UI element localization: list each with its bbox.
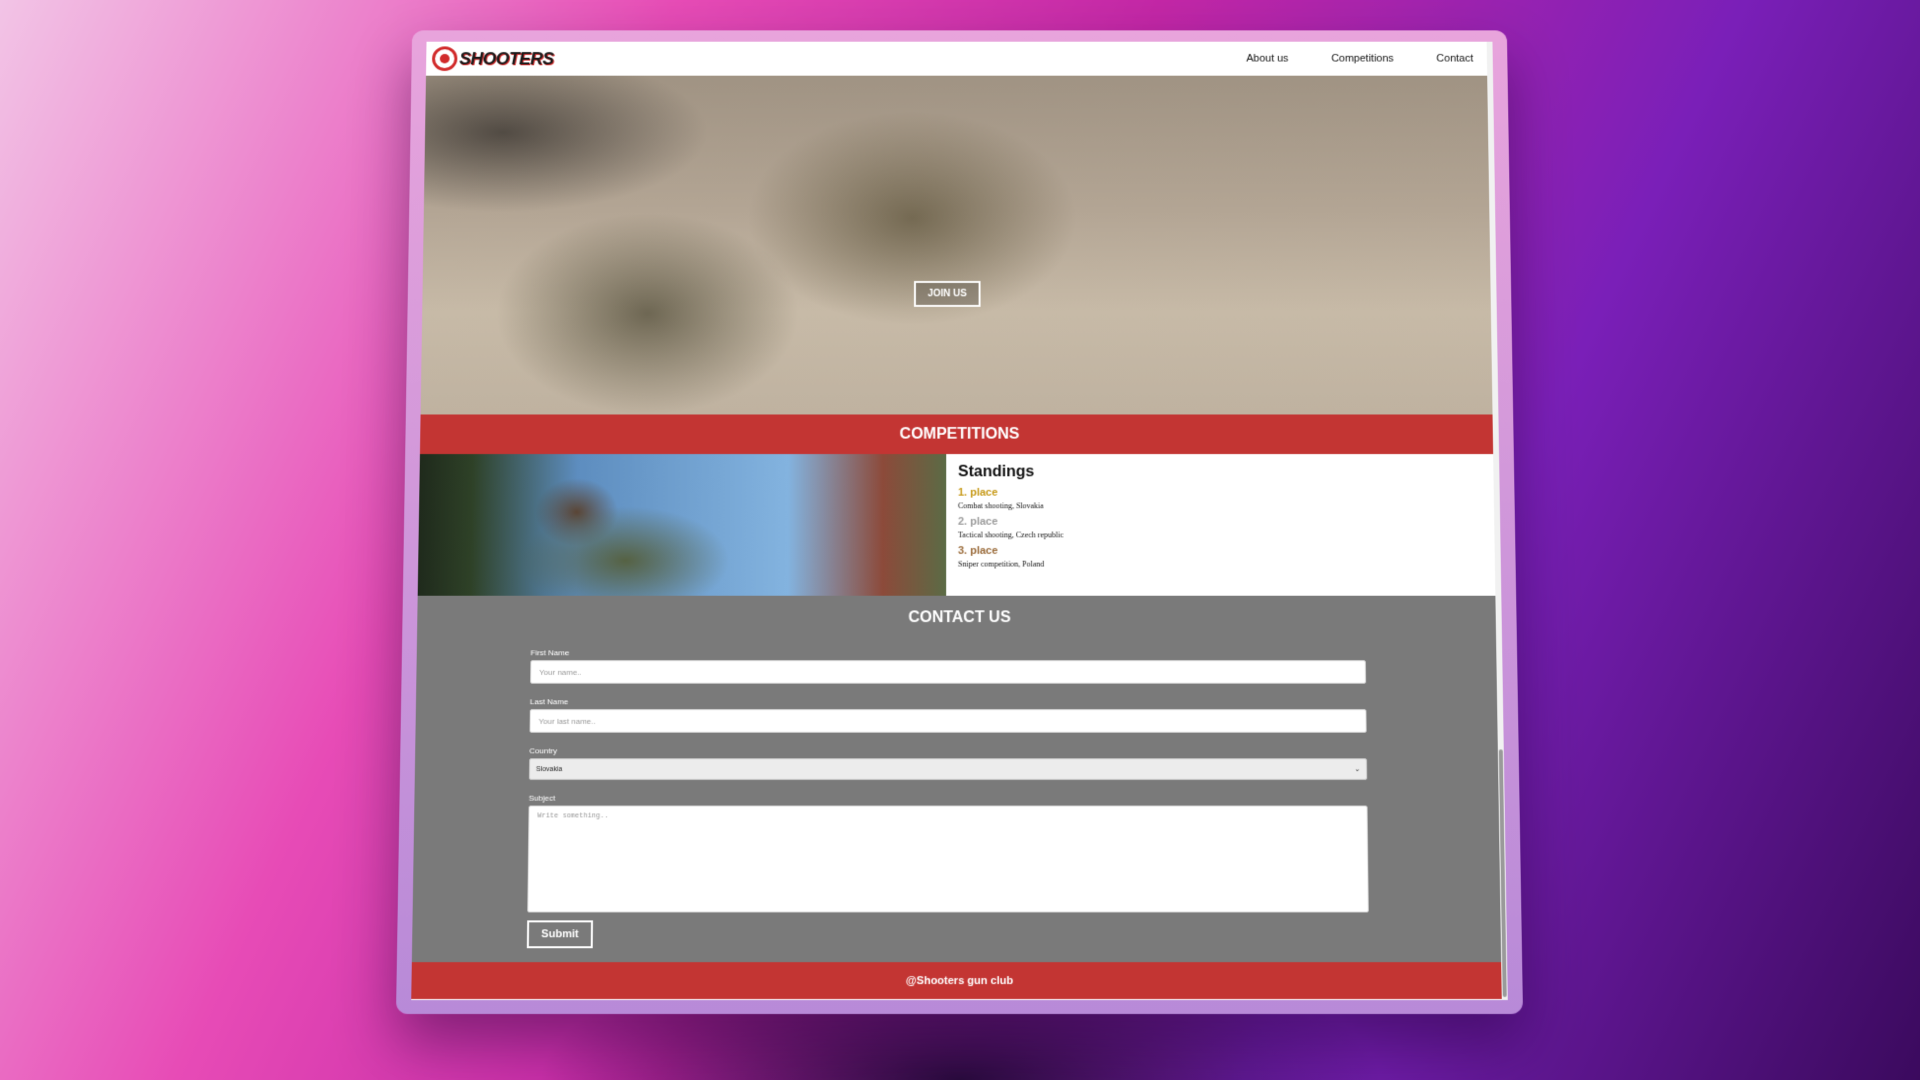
- submit-button[interactable]: Submit: [526, 920, 594, 949]
- contact-form: First Name Your name.. Last Name Your la…: [526, 648, 1369, 949]
- site-logo[interactable]: SHOOTERS: [431, 46, 554, 71]
- subject-label: Subject: [528, 793, 556, 803]
- third-place-label: 3. place: [958, 545, 998, 557]
- logo-text: SHOOTERS: [459, 48, 554, 68]
- device-frame: SHOOTERS About us Competitions Contact J…: [396, 30, 1523, 1015]
- nav-links: About us Competitions Contact: [1246, 53, 1473, 64]
- chevron-down-icon: ⌄: [1354, 766, 1361, 774]
- first-place-label: 1. place: [958, 486, 998, 499]
- subject-textarea[interactable]: Write something..: [527, 805, 1369, 913]
- last-name-label: Last Name: [529, 697, 569, 707]
- country-label: Country: [529, 746, 558, 756]
- contact-heading: CONTACT US: [908, 609, 1011, 626]
- target-icon: [431, 46, 458, 71]
- first-name-label: First Name: [530, 648, 570, 658]
- nav-link-about[interactable]: About us: [1246, 53, 1288, 64]
- first-place-description: Combat shooting, Slovakia: [958, 501, 1044, 511]
- country-select[interactable]: Slovakia ⌄: [528, 758, 1368, 780]
- country-select-value: Slovakia: [535, 765, 563, 773]
- browser-viewport: SHOOTERS About us Competitions Contact J…: [411, 41, 1508, 1001]
- third-place-description: Sniper competition, Poland: [958, 559, 1045, 569]
- competitions-section: Standings 1. place Combat shooting, Slov…: [417, 454, 1502, 596]
- site-footer: @Shooters gun club: [411, 962, 1508, 1000]
- contact-section: CONTACT US First Name Your name.. Last N…: [411, 595, 1508, 963]
- nav-link-competitions[interactable]: Competitions: [1331, 53, 1394, 64]
- hero-image: JOIN US: [420, 75, 1499, 415]
- standings-panel: Standings 1. place Combat shooting, Slov…: [946, 454, 1501, 596]
- second-place-label: 2. place: [958, 516, 998, 528]
- first-name-input[interactable]: Your name..: [530, 660, 1367, 684]
- top-navbar: SHOOTERS About us Competitions Contact: [425, 41, 1494, 76]
- join-us-button[interactable]: JOIN US: [913, 281, 981, 307]
- second-place-description: Tactical shooting, Czech republic: [958, 530, 1064, 540]
- nav-link-contact[interactable]: Contact: [1436, 53, 1473, 64]
- competition-photo: [417, 454, 947, 596]
- competitions-heading: COMPETITIONS: [419, 414, 1500, 455]
- last-name-input[interactable]: Your last name..: [529, 709, 1367, 733]
- standings-title: Standings: [958, 463, 1035, 481]
